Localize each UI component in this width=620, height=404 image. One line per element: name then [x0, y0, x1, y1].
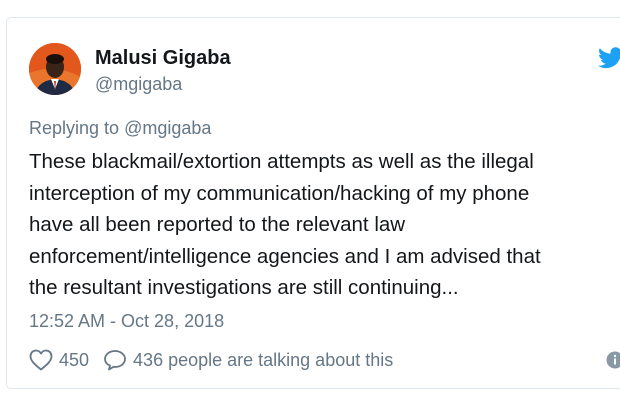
avatar-image	[29, 43, 81, 95]
tweet-line: interception of my communication/hacking…	[29, 181, 530, 205]
reply-icon	[103, 349, 127, 371]
page: Malusi Gigaba @mgigaba Replying to @mgig…	[0, 0, 620, 404]
replying-to: Replying to @mgigaba	[29, 117, 211, 139]
tweet-line: have all been reported to the relevant l…	[29, 213, 406, 236]
conversation-text: 436 people are talking about this	[133, 349, 394, 370]
author-handle[interactable]: @mgigaba	[95, 73, 182, 95]
twitter-bird-icon[interactable]	[597, 47, 620, 69]
like-button[interactable]: 450	[29, 349, 103, 371]
replying-to-mention[interactable]: @mgigaba	[124, 118, 211, 138]
avatar[interactable]	[29, 43, 81, 95]
heart-icon	[29, 349, 53, 371]
conversation-button[interactable]: 436 people are talking about this	[103, 349, 393, 371]
tweet-line: These blackmail/extortion attempts as we…	[29, 150, 534, 173]
tweet-line: the resultant investigations are still c…	[29, 276, 459, 299]
replying-to-label: Replying to	[29, 118, 120, 138]
author-name[interactable]: Malusi Gigaba	[95, 47, 231, 69]
info-icon[interactable]	[605, 350, 620, 370]
tweet-actions: 450 436 people are talking about this	[29, 347, 393, 373]
tweet-text: These blackmail/extortion attempts as we…	[29, 146, 609, 304]
like-count: 450	[59, 349, 90, 370]
tweet-line: enforcement/intelligence agencies and I …	[29, 244, 541, 268]
tweet-timestamp[interactable]: 12:52 AM - Oct 28, 2018	[29, 310, 224, 332]
